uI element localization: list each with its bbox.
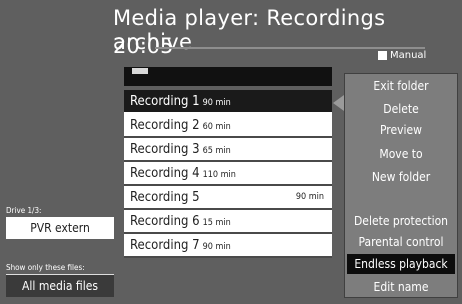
recording-title: Recording 7 90 min bbox=[130, 237, 231, 253]
list-item[interactable]: Recording 2 60 min bbox=[124, 114, 332, 138]
list-header bbox=[124, 67, 332, 86]
drive-label: Drive 1/3: bbox=[6, 206, 42, 215]
drive-selector[interactable]: PVR extern bbox=[6, 217, 114, 239]
menu-item-move-to[interactable]: Move to bbox=[345, 144, 457, 164]
recording-title: Recording 4 110 min bbox=[130, 165, 236, 181]
recording-duration: 90 min bbox=[295, 192, 324, 202]
manual-label: Manual bbox=[390, 50, 427, 61]
menu-item-delete[interactable]: Delete bbox=[345, 99, 457, 119]
menu-item-delete-protection[interactable]: Delete protection bbox=[345, 211, 457, 231]
list-item[interactable]: Recording 7 90 min bbox=[124, 234, 332, 258]
recording-title: Recording 2 60 min bbox=[130, 117, 231, 133]
menu-item-new-folder[interactable]: New folder bbox=[345, 167, 457, 187]
menu-item-preview[interactable]: Preview bbox=[345, 120, 457, 140]
menu-item-exit-folder[interactable]: Exit folder bbox=[345, 76, 457, 96]
menu-item-edit-name[interactable]: Edit name bbox=[345, 277, 457, 297]
menu-pointer-icon bbox=[333, 95, 344, 111]
recording-title: Recording 5 bbox=[130, 189, 200, 205]
list-item[interactable]: Recording 3 65 min bbox=[124, 138, 332, 162]
list-item[interactable]: Recording 1 90 min bbox=[124, 90, 332, 114]
list-item[interactable]: Recording 5 90 min bbox=[124, 186, 332, 210]
filter-label: Show only these files: bbox=[6, 263, 85, 272]
folder-icon bbox=[132, 68, 148, 74]
menu-item-endless-playback[interactable]: Endless playback bbox=[347, 254, 455, 274]
progress-bar bbox=[155, 47, 425, 49]
recording-title: Recording 6 15 min bbox=[130, 213, 231, 229]
recording-title: Recording 3 65 min bbox=[130, 141, 231, 157]
list-item[interactable]: Recording 4 110 min bbox=[124, 162, 332, 186]
menu-item-parental-control[interactable]: Parental control bbox=[345, 232, 457, 252]
recordings-list: Recording 1 90 min Recording 2 60 min Reco… bbox=[124, 90, 332, 258]
recording-title: Recording 1 90 min bbox=[130, 93, 231, 109]
clock: 20:05 bbox=[113, 34, 174, 58]
list-item[interactable]: Recording 6 15 min bbox=[124, 210, 332, 234]
context-menu: Exit folder Delete Preview Move to New f… bbox=[344, 73, 458, 298]
filter-selector[interactable]: All media files bbox=[6, 274, 114, 297]
manual-toggle[interactable]: Manual bbox=[378, 50, 426, 61]
manual-checkbox[interactable] bbox=[378, 51, 387, 60]
